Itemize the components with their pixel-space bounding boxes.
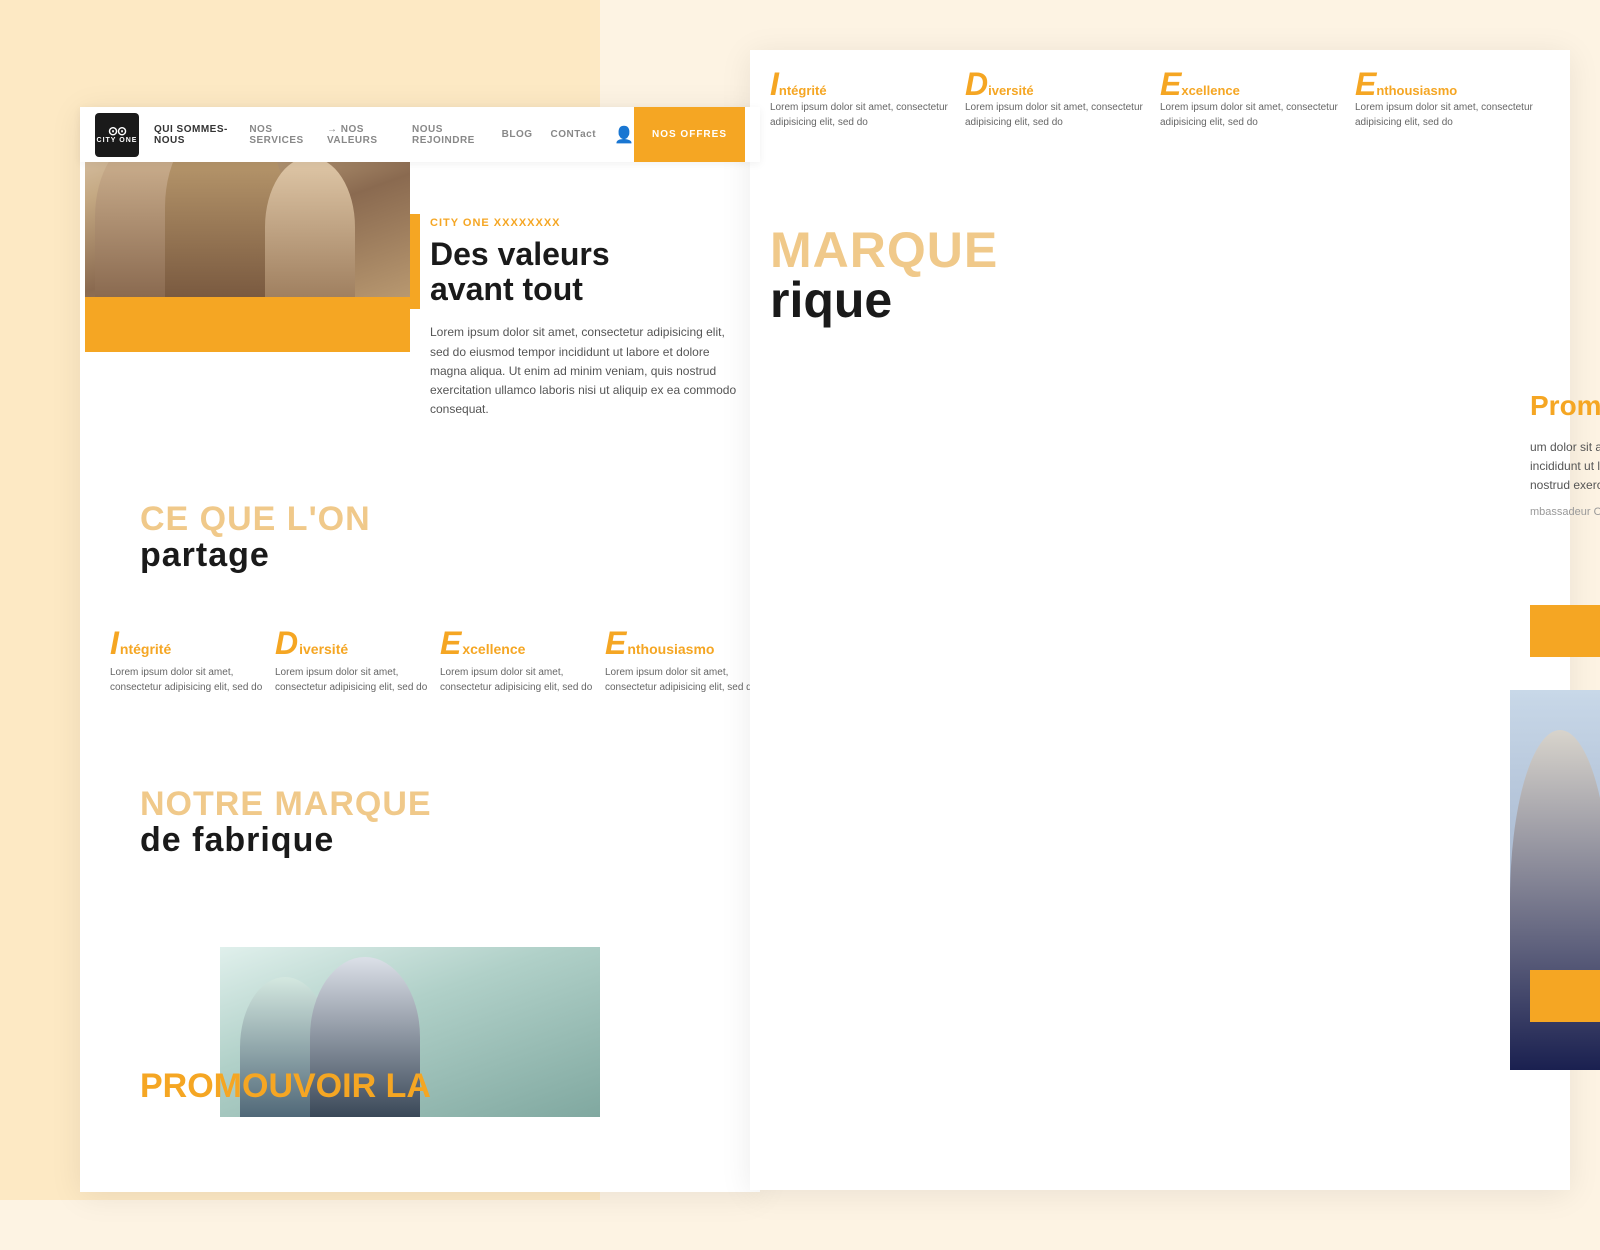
value-desc-e: Lorem ipsum dolor sit amet, consectetur … [440, 665, 595, 695]
value-rest-d: iversité [299, 641, 348, 657]
value-desc-d: Lorem ipsum dolor sit amet, consectetur … [275, 665, 430, 695]
value-letter-d: D [275, 627, 298, 659]
card-left: CITY ONE XXXXXXXX Des valeurs avant tout… [80, 107, 760, 1192]
right-desc-i: Lorem ipsum dolor sit amet, consectetur … [770, 100, 955, 130]
right-rest-e: xcellence [1181, 83, 1240, 98]
deco-orange-hero-bottom [85, 297, 410, 352]
en-savoir-plus-button-1[interactable]: EN SAVOIR PLUS ✦ [1530, 605, 1600, 657]
value-item-excellence: E xcellence Lorem ipsum dolor sit amet, … [440, 627, 595, 695]
ambassador-name: mbassadeur Orly [1530, 506, 1600, 518]
cta-offres-button[interactable]: NOS OFFRES [634, 107, 745, 162]
value-item-enthousiasme: E nthousiasmo Lorem ipsum dolor sit amet… [605, 627, 760, 695]
right-letter-i: I [770, 68, 779, 100]
user-icon[interactable]: 👤 [614, 125, 634, 145]
value-rest-e2: nthousiasmo [627, 641, 714, 657]
ceque-line2: partage [140, 536, 371, 575]
right-rest-d: iversité [988, 83, 1034, 98]
nav-links: QUI SOMMES-NOUS NOS SERVICES → NOS VALEU… [154, 124, 634, 146]
nav-item-qui-sommes-nous[interactable]: QUI SOMMES-NOUS [154, 124, 231, 146]
ceque-section: CE QUE L'ON partage [140, 502, 371, 575]
right-desc-d: Lorem ipsum dolor sit amet, consectetur … [965, 100, 1150, 130]
right-values-grid: I ntégrité Lorem ipsum dolor sit amet, c… [770, 68, 1540, 130]
value-letter-e2: E [605, 627, 626, 659]
logo-text: ⊙⊙ CITY ONE [97, 125, 138, 144]
right-marque-section: MARQUE rique [770, 225, 998, 325]
right-rest-e2: nthousiasmo [1376, 83, 1457, 98]
right-value-enthousiasme: E nthousiasmo Lorem ipsum dolor sit amet… [1355, 68, 1540, 130]
nav-item-nos-valeurs[interactable]: → NOS VALEURS [327, 124, 394, 146]
value-desc-i: Lorem ipsum dolor sit amet, consectetur … [110, 665, 265, 695]
right-value-excellence: E xcellence Lorem ipsum dolor sit amet, … [1160, 68, 1345, 130]
value-desc-e2: Lorem ipsum dolor sit amet, consectetur … [605, 665, 760, 695]
value-letter-e: E [440, 627, 461, 659]
value-rest-i: ntégrité [120, 641, 171, 657]
nav-item-nos-services[interactable]: NOS SERVICES [249, 124, 309, 146]
promouvoir-body: um dolor sit amet, consectetur adipisici… [1530, 438, 1600, 496]
values-section: CITY ONE XXXXXXXX Des valeurs avant tout… [430, 217, 740, 419]
promouvoir-section: Promouvoir la diversité um dolor sit ame… [1530, 390, 1600, 518]
promouvoir-title: Promouvoir la diversité [1530, 390, 1600, 422]
marque-line1: NOTRE MARQUE [140, 787, 432, 821]
value-item-diversite: D iversité Lorem ipsum dolor sit amet, c… [275, 627, 430, 695]
right-marque-line2: rique [770, 275, 998, 325]
right-letter-d: D [965, 68, 988, 100]
ceque-line1: CE QUE L'ON [140, 502, 371, 536]
right-desc-e2: Lorem ipsum dolor sit amet, consectetur … [1355, 100, 1540, 130]
values-title: Des valeurs avant tout [430, 237, 740, 307]
right-rest-i: ntégrité [779, 83, 827, 98]
right-letter-e: E [1160, 68, 1181, 100]
contact-label: CONTact [551, 129, 597, 140]
value-item-integrite: I ntégrité Lorem ipsum dolor sit amet, c… [110, 627, 265, 695]
value-rest-e: xcellence [462, 641, 525, 657]
values-grid: I ntégrité Lorem ipsum dolor sit amet, c… [110, 627, 760, 695]
right-value-diversite: D iversité Lorem ipsum dolor sit amet, c… [965, 68, 1150, 130]
right-desc-e: Lorem ipsum dolor sit amet, consectetur … [1160, 100, 1345, 130]
nav-item-blog[interactable]: BLOG [502, 129, 533, 140]
card-right: I ntégrité Lorem ipsum dolor sit amet, c… [750, 50, 1570, 1190]
marque-section: NOTRE MARQUE de fabrique [140, 787, 432, 860]
nav-item-nous-rejoindre[interactable]: NOUS REJOINDRE [412, 124, 484, 146]
marque-line2: de fabrique [140, 821, 432, 860]
value-letter-i: I [110, 627, 119, 659]
logo-box[interactable]: ⊙⊙ CITY ONE [95, 113, 139, 157]
navbar: ⊙⊙ CITY ONE QUI SOMMES-NOUS NOS SERVICES… [80, 107, 760, 162]
nav-item-contact[interactable]: CONTact [551, 129, 597, 140]
right-letter-e2: E [1355, 68, 1376, 100]
person-silhouette-3 [265, 157, 355, 297]
en-savoir-plus-button-2[interactable]: EN SAVOIR PLUS ✦ [1530, 970, 1600, 1022]
right-marque-line1: MARQUE [770, 225, 998, 275]
values-body: Lorem ipsum dolor sit amet, consectetur … [430, 323, 740, 419]
right-value-integrite: I ntégrité Lorem ipsum dolor sit amet, c… [770, 68, 955, 130]
values-overline: CITY ONE XXXXXXXX [430, 217, 740, 229]
promouvoir-bottom-text: Promouvoir la [140, 1067, 431, 1106]
